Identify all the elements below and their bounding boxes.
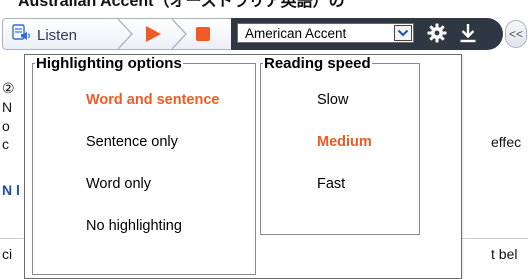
accent-select-value: American Accent: [245, 25, 347, 41]
reading-speed-group: Reading speed Slow Medium Fast: [260, 55, 420, 235]
separator-chevron: [117, 18, 133, 50]
speed-option-fast[interactable]: Fast: [317, 176, 345, 192]
speed-option-slow[interactable]: Slow: [317, 92, 348, 108]
page-text-fragment: c: [2, 136, 9, 152]
page-text-fragment: t bel: [491, 246, 518, 262]
listen-label: Listen: [37, 26, 78, 44]
reading-speed-legend: Reading speed: [264, 55, 371, 72]
separator-chevron: [171, 18, 187, 50]
speed-option-medium[interactable]: Medium: [317, 134, 372, 150]
page-heading: Australian Accent（オーストラリア英語）の: [18, 0, 345, 10]
page-text-fragment: N: [2, 99, 13, 115]
collapse-icon: <<: [508, 27, 523, 41]
read-aloud-toolbar: Listen American Accent <<: [0, 14, 528, 54]
accent-select[interactable]: American Accent: [237, 23, 414, 43]
page-text-fragment: ci: [2, 246, 13, 262]
play-button[interactable]: [143, 24, 163, 44]
page-link-fragment[interactable]: N l: [2, 182, 20, 198]
download-button[interactable]: [459, 23, 477, 43]
highlighting-options-group: Highlighting options Word and sentence S…: [32, 55, 256, 275]
download-icon: [460, 24, 476, 43]
speaker-icon: [12, 23, 32, 47]
page-text-fragment: o: [2, 118, 10, 134]
highlight-option-sentence-only[interactable]: Sentence only: [86, 134, 178, 150]
listen-button[interactable]: Listen: [12, 23, 78, 47]
page-text-fragment: ②: [2, 80, 15, 96]
gear-icon: [427, 23, 447, 43]
highlight-option-word-and-sentence[interactable]: Word and sentence: [86, 92, 219, 108]
chevron-down-icon[interactable]: [394, 25, 412, 41]
highlight-option-no-highlighting[interactable]: No highlighting: [86, 218, 182, 234]
collapse-toolbar-button[interactable]: <<: [505, 20, 527, 48]
page-text-fragment: effec: [491, 134, 522, 150]
play-icon: [146, 26, 161, 42]
settings-panel: Highlighting options Word and sentence S…: [24, 54, 462, 279]
highlighting-options-legend: Highlighting options: [36, 55, 182, 72]
settings-button[interactable]: [427, 23, 447, 43]
highlight-option-word-only[interactable]: Word only: [86, 176, 151, 192]
stop-button[interactable]: [196, 27, 210, 41]
